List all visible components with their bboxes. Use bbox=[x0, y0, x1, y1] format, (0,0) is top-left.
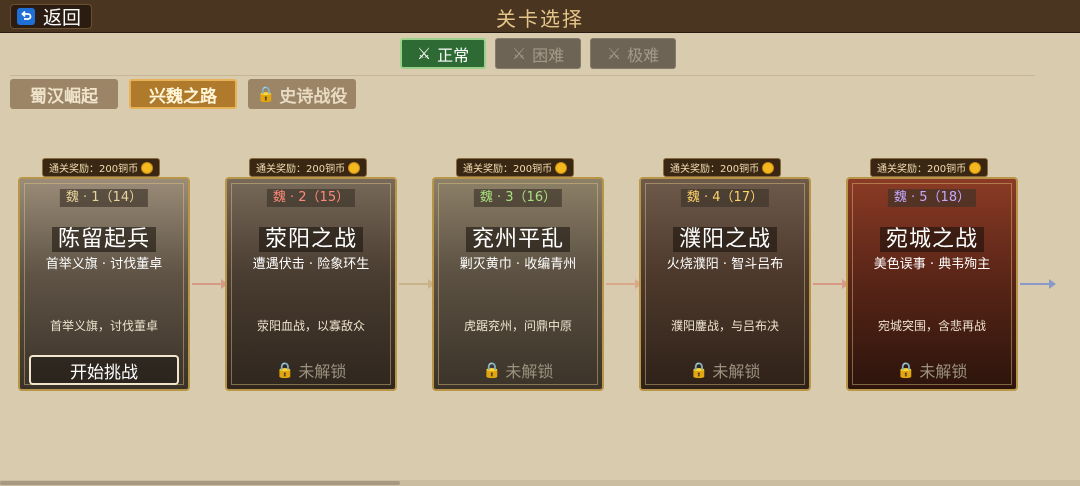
reward-text: 通关奖励：200铜币 bbox=[49, 164, 139, 175]
reward-badge: 通关奖励：200铜币 bbox=[870, 158, 989, 177]
coin-icon bbox=[141, 161, 154, 174]
stage-description: 濮阳鏖战，与吕布决 bbox=[670, 319, 779, 333]
start-challenge-button[interactable]: 开始挑战 bbox=[29, 355, 179, 385]
stage-title: 宛城之战 bbox=[848, 221, 1016, 253]
divider bbox=[10, 75, 1035, 76]
path-arrow bbox=[399, 279, 435, 289]
difficulty-hard-button[interactable]: ⚔ 困难 bbox=[495, 38, 581, 69]
page-title: 关卡选择 bbox=[496, 7, 584, 31]
locked-status: 🔒 未解锁 bbox=[236, 355, 386, 385]
lock-icon: 🔒 bbox=[482, 361, 502, 379]
locked-status: 🔒 未解锁 bbox=[650, 355, 800, 385]
level-card-art: 魏 · 3（16） 兖州平乱 剿灭黄巾 · 收编青州 虎踞兖州，问鼎中原 🔒 未… bbox=[432, 177, 604, 391]
stage-title: 荥阳之战 bbox=[227, 221, 395, 253]
reward-badge: 通关奖励：200铜币 bbox=[249, 158, 368, 177]
lock-icon: 🔒 bbox=[256, 85, 276, 103]
stage-title: 兖州平乱 bbox=[434, 221, 602, 253]
path-arrow bbox=[606, 279, 642, 289]
stage-description: 首举义旗，讨伐董卓 bbox=[49, 319, 158, 333]
level-list: 通关奖励：200铜币 魏 · 1（14） 陈留起兵 首举义旗 · 讨伐董卓 首举… bbox=[0, 155, 1080, 395]
stage-description: 虎踞兖州，问鼎中原 bbox=[463, 319, 572, 333]
stage-title: 陈留起兵 bbox=[20, 221, 188, 253]
stage-subtitle: 火烧濮阳 · 智斗吕布 bbox=[666, 257, 784, 272]
level-card-art: 魏 · 1（14） 陈留起兵 首举义旗 · 讨伐董卓 首举义旗，讨伐董卓 开始挑… bbox=[18, 177, 190, 391]
coin-icon bbox=[762, 161, 775, 174]
crossed-swords-icon: ⚔ bbox=[511, 44, 527, 63]
locked-label: 未解锁 bbox=[298, 362, 347, 381]
difficulty-label: 正常 bbox=[437, 45, 470, 65]
difficulty-label: 困难 bbox=[532, 45, 565, 65]
difficulty-selector: ⚔ 正常 ⚔ 困难 ⚔ 极难 bbox=[400, 38, 676, 69]
reward-text: 通关奖励：200铜币 bbox=[670, 164, 760, 175]
reward-text: 通关奖励：200铜币 bbox=[256, 164, 346, 175]
reward-text: 通关奖励：200铜币 bbox=[877, 164, 967, 175]
lock-icon: 🔒 bbox=[896, 361, 916, 379]
path-arrow bbox=[813, 279, 849, 289]
stage-title: 濮阳之战 bbox=[641, 221, 809, 253]
locked-status: 🔒 未解锁 bbox=[857, 355, 1007, 385]
coin-icon bbox=[969, 161, 982, 174]
locked-label: 未解锁 bbox=[505, 362, 554, 381]
locked-label: 未解锁 bbox=[919, 362, 968, 381]
difficulty-normal-button[interactable]: ⚔ 正常 bbox=[400, 38, 486, 69]
path-arrow bbox=[1020, 279, 1056, 289]
lock-icon: 🔒 bbox=[275, 361, 295, 379]
level-card-art: 魏 · 4（17） 濮阳之战 火烧濮阳 · 智斗吕布 濮阳鏖战，与吕布决 🔒 未… bbox=[639, 177, 811, 391]
stage-subtitle: 剿灭黄巾 · 收编青州 bbox=[459, 257, 577, 272]
locked-label: 未解锁 bbox=[712, 362, 761, 381]
horizontal-scrollbar[interactable] bbox=[0, 480, 1080, 486]
top-bar: 返回 关卡选择 bbox=[0, 0, 1080, 33]
path-arrow bbox=[192, 279, 228, 289]
stage-description: 宛城突围，含悲再战 bbox=[877, 319, 986, 333]
stage-subtitle: 美色误事 · 典韦殉主 bbox=[873, 257, 991, 272]
stage-description: 荥阳血战，以寡敌众 bbox=[256, 319, 365, 333]
scrollbar-thumb[interactable] bbox=[0, 481, 400, 485]
stage-subtitle: 遭遇伏击 · 险象环生 bbox=[252, 257, 370, 272]
level-card-art: 魏 · 5（18） 宛城之战 美色误事 · 典韦殉主 宛城突围，含悲再战 🔒 未… bbox=[846, 177, 1018, 391]
stage-tag: 魏 · 1（14） bbox=[59, 189, 149, 207]
reward-badge: 通关奖励：200铜币 bbox=[663, 158, 782, 177]
tab-label: 兴魏之路 bbox=[149, 86, 217, 107]
stage-tag: 魏 · 2（15） bbox=[266, 189, 356, 207]
tab-label: 蜀汉崛起 bbox=[30, 86, 98, 107]
difficulty-label: 极难 bbox=[627, 45, 660, 65]
stage-tag: 魏 · 5（18） bbox=[887, 189, 977, 207]
reward-badge: 通关奖励：200铜币 bbox=[42, 158, 161, 177]
crossed-swords-icon: ⚔ bbox=[416, 44, 432, 63]
lock-icon: 🔒 bbox=[689, 361, 709, 379]
level-card-art: 魏 · 2（15） 荥阳之战 遭遇伏击 · 险象环生 荥阳血战，以寡敌众 🔒 未… bbox=[225, 177, 397, 391]
coin-icon bbox=[348, 161, 361, 174]
reward-text: 通关奖励：200铜币 bbox=[463, 164, 553, 175]
stage-tag: 魏 · 3（16） bbox=[473, 189, 563, 207]
stage-tag: 魏 · 4（17） bbox=[680, 189, 770, 207]
tab-label: 史诗战役 bbox=[279, 86, 348, 107]
locked-status: 🔒 未解锁 bbox=[443, 355, 593, 385]
tab-xing-wei[interactable]: 兴魏之路 bbox=[129, 79, 237, 109]
stage-subtitle: 首举义旗 · 讨伐董卓 bbox=[45, 257, 163, 272]
tab-epic-battles[interactable]: 🔒 史诗战役 bbox=[248, 79, 356, 109]
reward-badge: 通关奖励：200铜币 bbox=[456, 158, 575, 177]
crossed-swords-icon: ⚔ bbox=[606, 44, 622, 63]
tab-shu-han[interactable]: 蜀汉崛起 bbox=[10, 79, 118, 109]
coin-icon bbox=[555, 161, 568, 174]
difficulty-extreme-button[interactable]: ⚔ 极难 bbox=[590, 38, 676, 69]
campaign-tabs: 蜀汉崛起 兴魏之路 🔒 史诗战役 bbox=[10, 79, 356, 109]
